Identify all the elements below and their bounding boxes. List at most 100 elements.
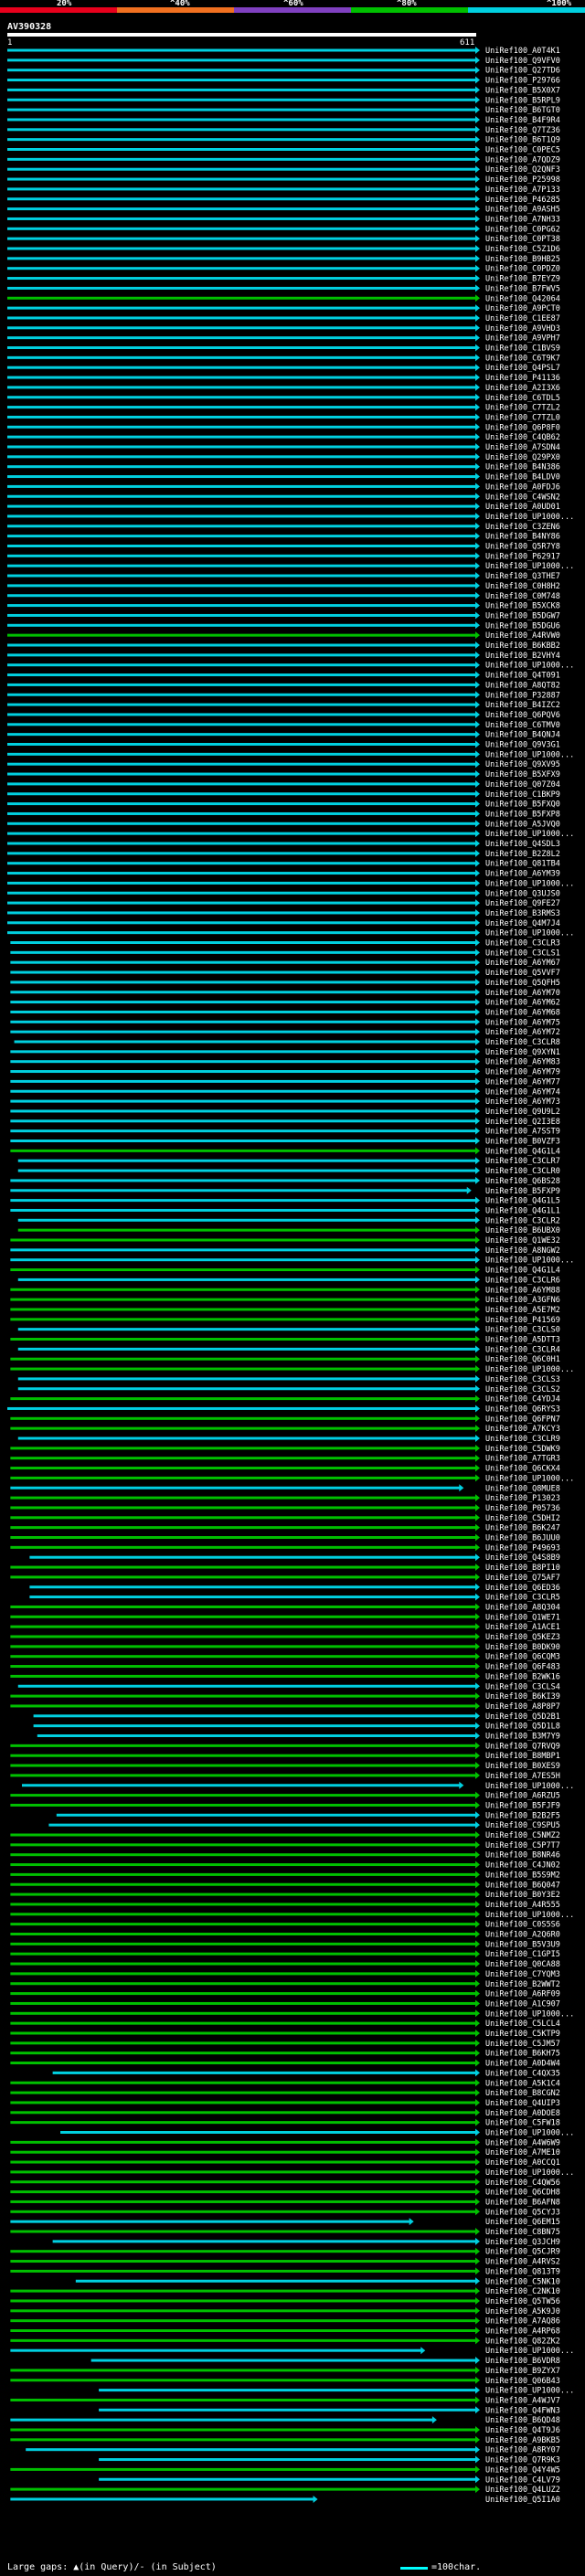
hit-label[interactable]: UniRef100_Q06B43: [485, 2377, 560, 2386]
hit-label[interactable]: UniRef100_A7P133: [485, 186, 560, 195]
hit-label[interactable]: UniRef100_A6YM75: [485, 1018, 560, 1027]
hit-label[interactable]: UniRef100_B0Y3E2: [485, 1891, 560, 1900]
hit-bar[interactable]: [10, 1605, 477, 1608]
hit-label[interactable]: UniRef100_B4N386: [485, 463, 560, 472]
hit-bar[interactable]: [10, 1913, 477, 1916]
hit-label[interactable]: UniRef100_A6YM39: [485, 870, 560, 879]
hit-bar[interactable]: [7, 852, 476, 855]
hit-label[interactable]: UniRef100_P25998: [485, 175, 560, 185]
hit-bar[interactable]: [10, 2338, 477, 2342]
hit-bar[interactable]: [10, 981, 477, 984]
hit-bar[interactable]: [10, 1833, 477, 1837]
hit-bar[interactable]: [7, 366, 476, 369]
hit-label[interactable]: UniRef100_B4F9R4: [485, 116, 560, 125]
hit-label[interactable]: UniRef100_Q6FPN7: [485, 1415, 560, 1424]
hit-label[interactable]: UniRef100_C6T9K7: [485, 354, 560, 363]
hit-label[interactable]: UniRef100_C3CLR3: [485, 939, 560, 949]
hit-label[interactable]: UniRef100_C7TZL2: [485, 404, 560, 413]
hit-bar[interactable]: [10, 2369, 477, 2372]
hit-bar[interactable]: [10, 2041, 477, 2045]
hit-bar[interactable]: [10, 1050, 477, 1054]
hit-bar[interactable]: [7, 703, 476, 706]
hit-label[interactable]: UniRef100_UP1000...: [485, 562, 574, 571]
hit-bar[interactable]: [26, 2448, 477, 2452]
hit-bar[interactable]: [7, 415, 476, 419]
hit-bar[interactable]: [10, 1199, 477, 1203]
hit-label[interactable]: UniRef100_Q6CDH8: [485, 2189, 560, 2198]
hit-label[interactable]: UniRef100_Q4Y4W5: [485, 2465, 560, 2475]
hit-label[interactable]: UniRef100_B5FXP9: [485, 1187, 560, 1196]
hit-bar[interactable]: [10, 1426, 477, 1430]
hit-label[interactable]: UniRef100_C7TZL0: [485, 413, 560, 422]
hit-label[interactable]: UniRef100_P05736: [485, 1504, 560, 1513]
hit-label[interactable]: UniRef100_Q27TD6: [485, 67, 560, 76]
hit-bar[interactable]: [10, 1615, 477, 1618]
hit-bar[interactable]: [7, 355, 476, 359]
hit-bar[interactable]: [7, 653, 476, 657]
hit-bar[interactable]: [10, 2418, 433, 2422]
hit-bar[interactable]: [7, 822, 476, 825]
hit-label[interactable]: UniRef100_Q4G1L1: [485, 1206, 560, 1215]
hit-bar[interactable]: [7, 802, 476, 806]
hit-bar[interactable]: [7, 891, 476, 895]
hit-label[interactable]: UniRef100_Q4LUZ2: [485, 2486, 560, 2495]
hit-bar[interactable]: [10, 1992, 477, 1996]
hit-bar[interactable]: [99, 2477, 476, 2481]
hit-bar[interactable]: [10, 1794, 477, 1797]
hit-bar[interactable]: [10, 1129, 477, 1133]
hit-bar[interactable]: [29, 1585, 477, 1589]
hit-bar[interactable]: [7, 475, 476, 479]
hit-bar[interactable]: [10, 1357, 477, 1361]
hit-label[interactable]: UniRef100_A8Q304: [485, 1603, 560, 1612]
hit-bar[interactable]: [33, 1714, 476, 1718]
hit-label[interactable]: UniRef100_UP1000...: [485, 750, 574, 759]
hit-label[interactable]: UniRef100_B5RPL9: [485, 96, 560, 105]
hit-bar[interactable]: [10, 1545, 477, 1549]
hit-bar[interactable]: [10, 1923, 477, 1926]
hit-bar[interactable]: [10, 1892, 477, 1896]
hit-label[interactable]: UniRef100_Q4SDL3: [485, 840, 560, 849]
hit-bar[interactable]: [10, 1070, 477, 1074]
hit-bar[interactable]: [7, 435, 476, 439]
hit-bar[interactable]: [7, 157, 476, 161]
hit-bar[interactable]: [7, 227, 476, 230]
hit-bar[interactable]: [7, 58, 476, 62]
hit-label[interactable]: UniRef100_C5FW18: [485, 2119, 560, 2128]
hit-label[interactable]: UniRef100_A2I3X6: [485, 384, 560, 393]
hit-label[interactable]: UniRef100_Q29PX0: [485, 453, 560, 462]
hit-label[interactable]: UniRef100_A9VHD3: [485, 324, 560, 334]
hit-label[interactable]: UniRef100_B4IZC2: [485, 701, 560, 710]
hit-bar[interactable]: [10, 1140, 477, 1142]
hit-bar[interactable]: [99, 2389, 476, 2392]
hit-bar[interactable]: [17, 1277, 476, 1281]
hit-bar[interactable]: [10, 1298, 477, 1301]
hit-label[interactable]: UniRef100_Q42064: [485, 294, 560, 303]
hit-bar[interactable]: [17, 1169, 476, 1172]
hit-bar[interactable]: [10, 2011, 477, 2015]
hit-bar[interactable]: [7, 187, 476, 191]
hit-bar[interactable]: [7, 842, 476, 845]
hit-bar[interactable]: [17, 1228, 476, 1232]
hit-label[interactable]: UniRef100_Q4FWN3: [485, 2406, 560, 2415]
hit-bar[interactable]: [7, 386, 476, 389]
hit-bar[interactable]: [10, 1704, 477, 1708]
hit-bar[interactable]: [10, 1645, 477, 1648]
hit-label[interactable]: UniRef100_C2NK10: [485, 2287, 560, 2296]
hit-label[interactable]: UniRef100_P49693: [485, 1543, 560, 1553]
hit-label[interactable]: UniRef100_B9HB25: [485, 255, 560, 264]
hit-label[interactable]: UniRef100_Q4T9J6: [485, 2426, 560, 2435]
hit-label[interactable]: UniRef100_B5S9M2: [485, 1871, 560, 1880]
hit-label[interactable]: UniRef100_A7ME10: [485, 2148, 560, 2157]
hit-label[interactable]: UniRef100_C1EE87: [485, 314, 560, 323]
hit-bar[interactable]: [10, 2021, 477, 2025]
hit-label[interactable]: UniRef100_A6YM72: [485, 1028, 560, 1037]
hit-bar[interactable]: [10, 1288, 477, 1291]
hit-bar[interactable]: [7, 267, 476, 270]
hit-bar[interactable]: [10, 1099, 477, 1103]
hit-bar[interactable]: [37, 1734, 476, 1737]
hit-bar[interactable]: [10, 1933, 477, 1935]
hit-label[interactable]: UniRef100_C0PT38: [485, 235, 560, 244]
hit-label[interactable]: UniRef100_A2Q6R0: [485, 1931, 560, 1940]
hit-label[interactable]: UniRef100_Q0CA88: [485, 1960, 560, 1969]
hit-label[interactable]: UniRef100_C5DHI2: [485, 1514, 560, 1523]
